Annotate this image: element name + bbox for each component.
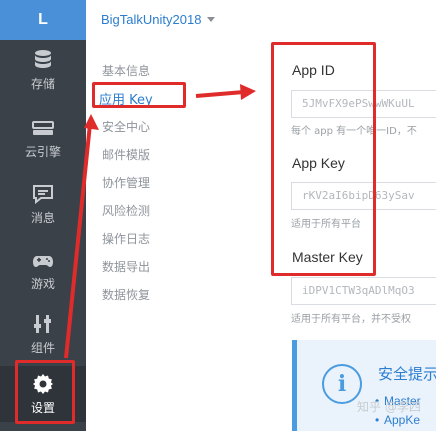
annotation-arrowhead-right xyxy=(240,84,256,100)
sidebar-item-label: 存储 xyxy=(30,77,55,91)
sidebar-item-storage[interactable]: 存储 xyxy=(0,42,86,100)
sliders-icon xyxy=(34,315,51,333)
sidebar-item-label: 消息 xyxy=(30,211,55,225)
menu-item-email-templates[interactable]: 邮件模版 xyxy=(102,146,150,163)
sidebar-item-cloud-engine[interactable]: 云引擎 xyxy=(0,110,86,168)
menu-item-data-export[interactable]: 数据导出 xyxy=(102,258,150,275)
menu-item-security-center[interactable]: 安全中心 xyxy=(102,118,150,135)
security-tip-line: AppKe xyxy=(375,413,420,427)
master-key-field[interactable]: iDPV1CTW3qADlMqO3 xyxy=(291,277,436,305)
annotation-box-app-key xyxy=(92,82,186,108)
sidebar-item-label: 组件 xyxy=(30,341,55,355)
menu-item-risk-detection[interactable]: 风险检测 xyxy=(102,202,150,219)
menu-item-data-restore[interactable]: 数据恢复 xyxy=(102,286,150,303)
sidebar-item-messages[interactable]: 消息 xyxy=(0,176,86,234)
master-key-help: 适用于所有平台，并不受权 xyxy=(291,314,411,325)
sidebar-item-games[interactable]: 游戏 xyxy=(0,242,86,300)
chat-icon xyxy=(33,185,53,205)
chevron-down-icon[interactable] xyxy=(207,17,215,22)
server-icon xyxy=(32,121,54,135)
annotation-box-settings xyxy=(15,360,75,424)
sidebar-item-label: 云引擎 xyxy=(24,145,61,159)
menu-item-basic-info[interactable]: 基本信息 xyxy=(102,62,150,79)
menu-item-operation-log[interactable]: 操作日志 xyxy=(102,230,150,247)
app-logo[interactable]: L xyxy=(0,0,86,40)
menu-item-collaboration[interactable]: 协作管理 xyxy=(102,174,150,191)
annotation-arrowhead-up xyxy=(84,114,99,130)
info-icon: i xyxy=(322,364,362,404)
watermark: 知乎 @李四 xyxy=(357,400,421,414)
sidebar-item-label: 游戏 xyxy=(30,277,55,291)
annotation-box-keys xyxy=(271,42,376,276)
database-icon xyxy=(35,50,51,68)
gamepad-icon xyxy=(33,256,53,267)
sidebar-item-components[interactable]: 组件 xyxy=(0,306,86,364)
app-switcher[interactable]: BigTalkUnity2018 xyxy=(101,12,201,27)
annotation-arrow-right xyxy=(195,90,245,98)
security-tip-title: 安全提示 xyxy=(378,365,436,383)
